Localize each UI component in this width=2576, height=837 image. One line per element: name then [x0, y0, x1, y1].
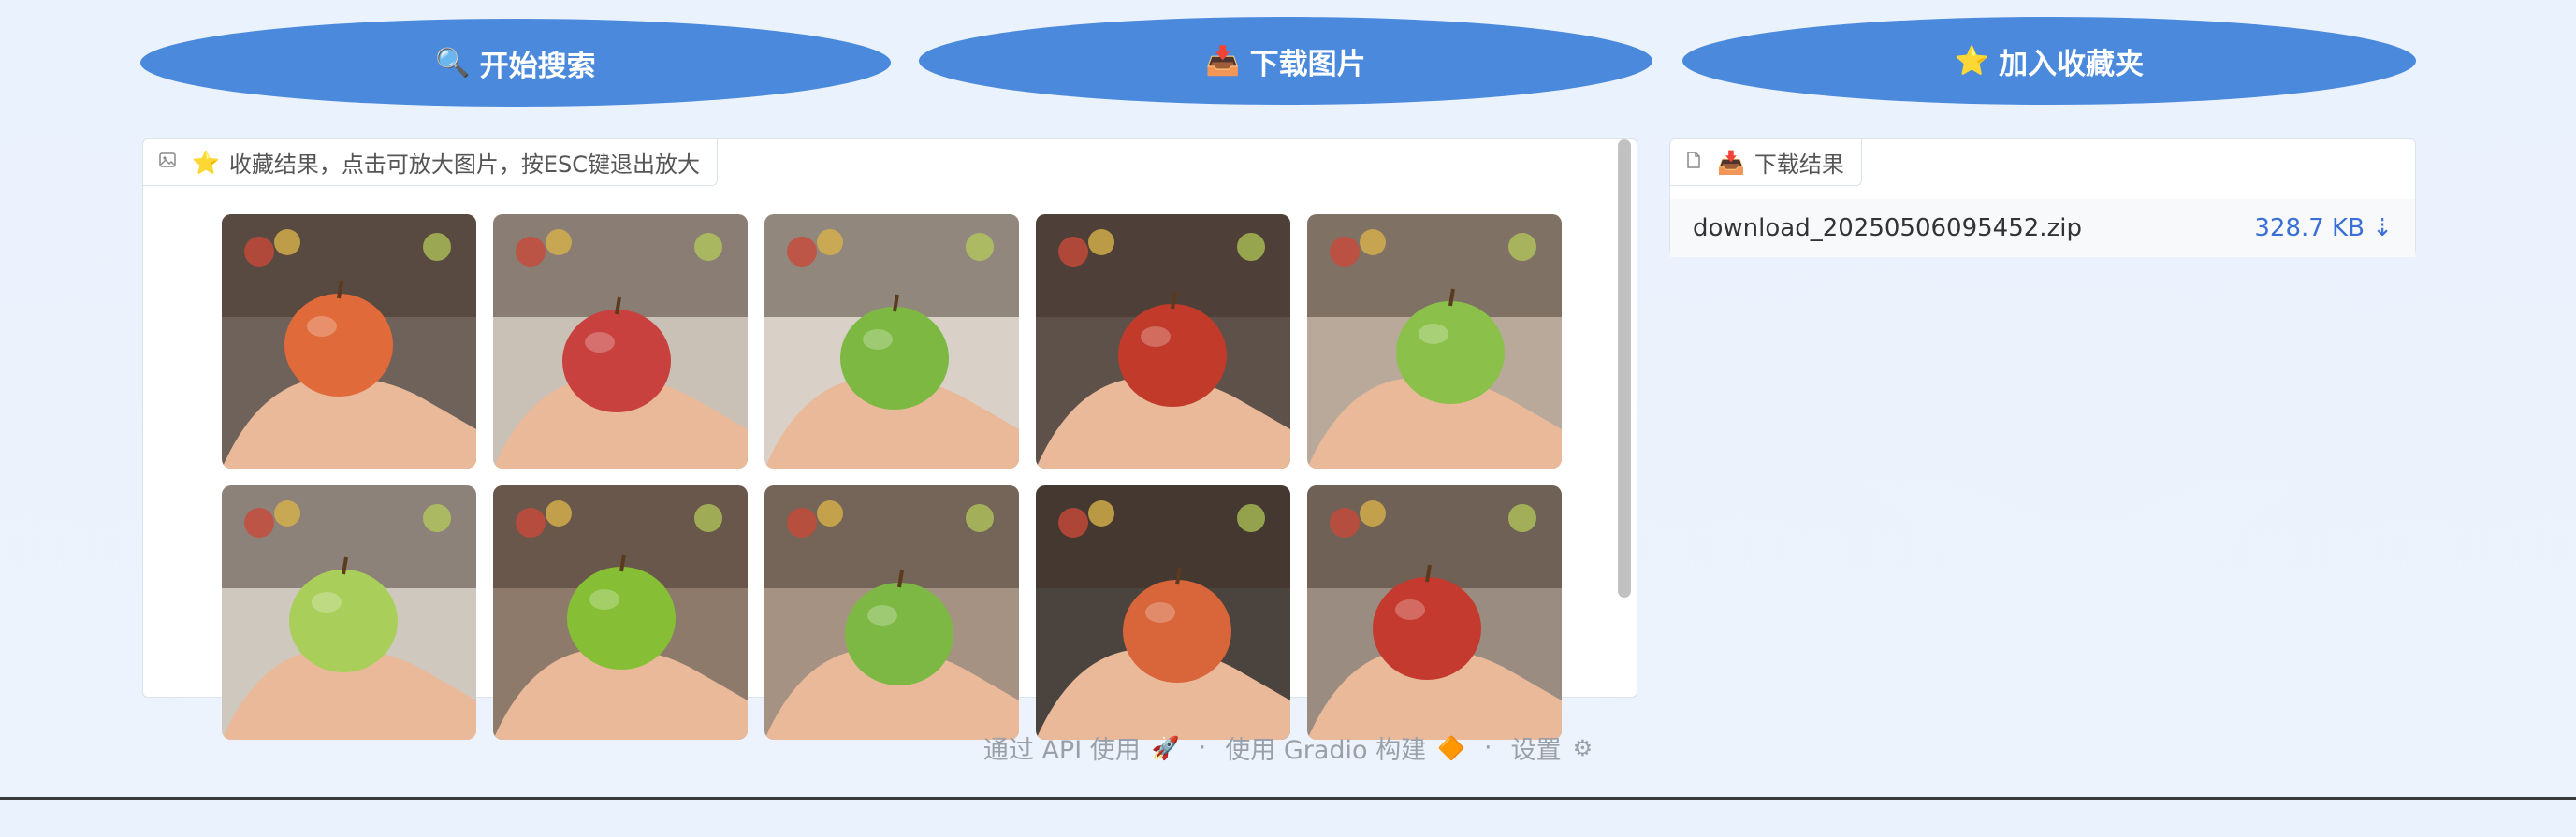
footer-separator: · [1484, 733, 1492, 762]
file-icon [1685, 151, 1702, 174]
scrollbar-thumb[interactable] [1618, 139, 1631, 598]
apple-image[interactable] [1036, 214, 1290, 469]
apple-image[interactable] [1307, 485, 1562, 740]
footer-separator: · [1198, 733, 1207, 762]
gradio-logo-icon: 🔶 [1437, 734, 1466, 761]
star-icon: ⭐ [1954, 44, 1990, 78]
download-file-row[interactable]: download_20250506095452.zip 328.7 KB ⇣ [1670, 199, 2415, 257]
built-with-gradio-link[interactable]: 使用 Gradio 构建 [1225, 729, 1426, 766]
apple-image[interactable] [1307, 214, 1562, 469]
gallery-scrollbar[interactable] [1618, 139, 1631, 697]
file-size-download-link[interactable]: 328.7 KB ⇣ [2254, 214, 2393, 242]
add-favorite-label: 加入收藏夹 [1999, 47, 2145, 81]
download-label-text: 下载结果 [1754, 152, 1844, 178]
rocket-icon: 🚀 [1151, 734, 1180, 761]
apple-image[interactable] [493, 214, 748, 469]
image-icon [158, 151, 177, 174]
apple-image[interactable] [222, 485, 476, 740]
magnifier-icon: 🔍 [435, 46, 471, 79]
download-results-panel: 📥 下载结果 download_20250506095452.zip 328.7… [1669, 138, 2416, 257]
apple-image[interactable] [222, 214, 476, 469]
favorites-gallery-panel: ⭐ 收藏结果，点击可放大图片，按ESC键退出放大 [142, 138, 1637, 740]
star-icon: ⭐ [192, 149, 220, 176]
inbox-tray-icon: 📥 [1205, 44, 1241, 78]
add-favorite-button[interactable]: ⭐ 加入收藏夹 [1682, 17, 2416, 105]
download-images-label: 下载图片 [1249, 47, 1366, 81]
download-panel-label: 📥 下载结果 [1670, 139, 1862, 186]
gallery-label-text: 收藏结果，点击可放大图片，按ESC键退出放大 [228, 152, 701, 178]
use-via-api-link[interactable]: 通过 API 使用 [983, 729, 1141, 766]
gear-icon: ⚙ [1572, 734, 1594, 761]
apple-image[interactable] [764, 214, 1019, 469]
gallery-panel-label: ⭐ 收藏结果，点击可放大图片，按ESC键退出放大 [143, 139, 719, 186]
file-name: download_20250506095452.zip [1693, 214, 2082, 242]
start-search-label: 开始搜索 [479, 49, 596, 83]
footer: 通过 API 使用 🚀 · 使用 Gradio 构建 🔶 · 设置 ⚙ [0, 729, 2576, 766]
apple-image[interactable] [1036, 485, 1290, 740]
apple-image[interactable] [493, 485, 748, 740]
settings-link[interactable]: 设置 [1511, 729, 1562, 766]
start-search-button[interactable]: 🔍 开始搜索 [140, 19, 891, 107]
download-images-button[interactable]: 📥 下载图片 [919, 17, 1652, 105]
apple-image[interactable] [764, 485, 1019, 740]
inbox-tray-icon: 📥 [1717, 149, 1745, 176]
